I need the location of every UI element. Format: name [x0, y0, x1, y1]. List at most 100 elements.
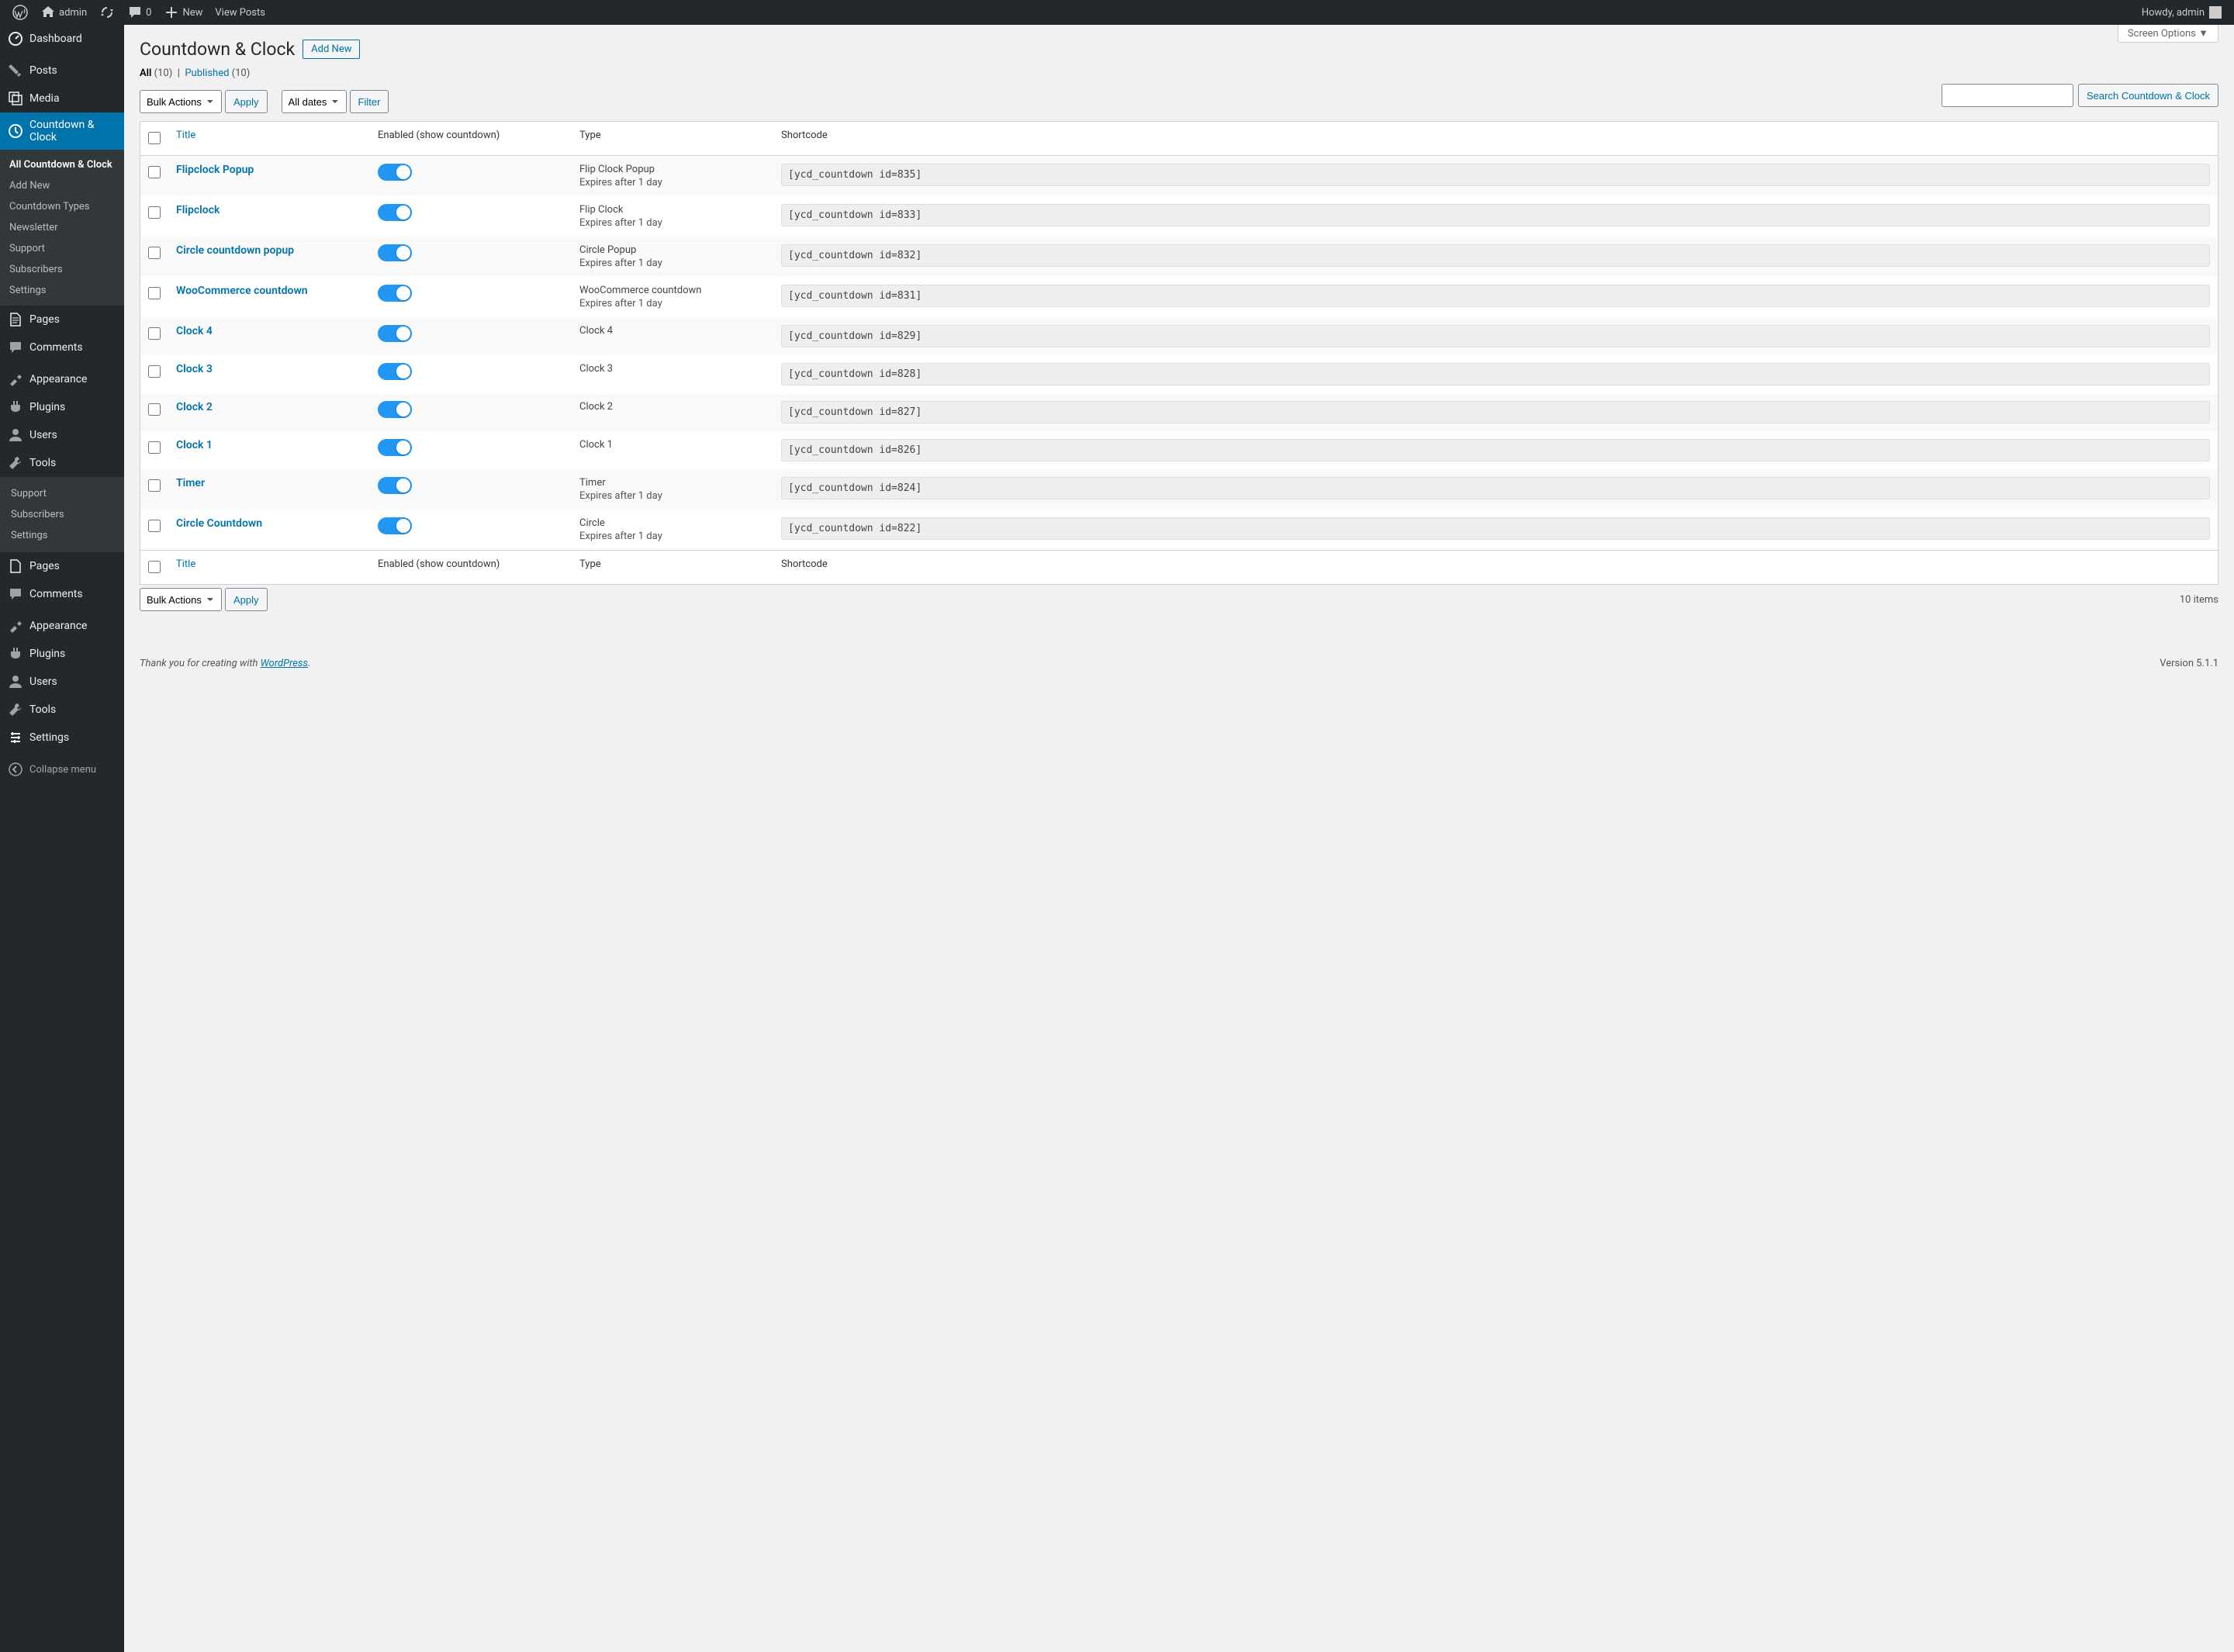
row-checkbox[interactable] — [148, 403, 161, 416]
apply-button-top[interactable]: Apply — [225, 90, 268, 113]
bulk-actions-select-top[interactable]: Bulk Actions — [140, 90, 222, 113]
row-title-link[interactable]: Flipclock Popup — [176, 164, 254, 176]
menu-users-2[interactable]: Users — [0, 668, 124, 696]
search-button[interactable]: Search Countdown & Clock — [2078, 84, 2218, 107]
row-title-link[interactable]: Clock 4 — [176, 325, 213, 337]
collapse-menu-button[interactable]: Collapse menu — [0, 755, 124, 783]
row-type-line1: Clock 4 — [579, 325, 766, 337]
submenu-newsletter[interactable]: Newsletter — [0, 217, 124, 238]
view-posts-link[interactable]: View Posts — [209, 0, 271, 25]
enabled-toggle[interactable] — [378, 204, 412, 221]
shortcode-field[interactable] — [781, 439, 2210, 461]
row-checkbox[interactable] — [148, 206, 161, 219]
menu-plugins-2[interactable]: Plugins — [0, 640, 124, 668]
menu-dashboard[interactable]: Dashboard — [0, 25, 124, 53]
screen-options-tab[interactable]: Screen Options ▼ — [2118, 25, 2218, 43]
filter-button[interactable]: Filter — [350, 90, 389, 113]
row-title-link[interactable]: Clock 3 — [176, 363, 213, 375]
search-box: Search Countdown & Clock — [1942, 84, 2218, 107]
row-checkbox[interactable] — [148, 287, 161, 299]
shortcode-field[interactable] — [781, 401, 2210, 423]
enabled-toggle[interactable] — [378, 401, 412, 418]
menu-tools[interactable]: Tools — [0, 449, 124, 477]
row-checkbox[interactable] — [148, 166, 161, 178]
enabled-toggle[interactable] — [378, 439, 412, 456]
shortcode-field[interactable] — [781, 517, 2210, 540]
column-shortcode-footer: Shortcode — [773, 551, 2218, 585]
menu-users[interactable]: Users — [0, 421, 124, 449]
select-all-checkbox-bottom[interactable] — [148, 561, 161, 573]
submenu-subscribers[interactable]: Subscribers — [0, 259, 124, 280]
main-content: Screen Options ▼ Countdown & Clock Add N… — [124, 25, 2234, 1652]
row-checkbox[interactable] — [148, 441, 161, 454]
submenu-countdown-types[interactable]: Countdown Types — [0, 196, 124, 217]
row-title-link[interactable]: Timer — [176, 477, 205, 489]
shortcode-field[interactable] — [781, 164, 2210, 186]
enabled-toggle[interactable] — [378, 285, 412, 302]
admin-sidebar: Dashboard Posts Media Countdown & Clock … — [0, 25, 124, 1652]
enabled-toggle[interactable] — [378, 325, 412, 342]
apply-button-bottom[interactable]: Apply — [225, 588, 268, 611]
enabled-toggle[interactable] — [378, 244, 412, 261]
row-checkbox[interactable] — [148, 247, 161, 259]
flyout-support[interactable]: Support — [0, 483, 124, 504]
filter-published-link[interactable]: Published — [185, 67, 229, 79]
dates-select[interactable]: All dates — [282, 90, 347, 113]
menu-settings[interactable]: Settings — [0, 724, 124, 752]
row-checkbox[interactable] — [148, 327, 161, 340]
row-title-link[interactable]: Clock 2 — [176, 401, 213, 413]
row-title-link[interactable]: Flipclock — [176, 204, 220, 216]
menu-comments-2[interactable]: Comments — [0, 580, 124, 608]
submenu-support[interactable]: Support — [0, 238, 124, 259]
row-title-link[interactable]: WooCommerce countdown — [176, 285, 308, 297]
menu-countdown-clock[interactable]: Countdown & Clock — [0, 112, 124, 150]
shortcode-field[interactable] — [781, 325, 2210, 347]
menu-tools-2[interactable]: Tools — [0, 696, 124, 724]
flyout-settings[interactable]: Settings — [0, 525, 124, 546]
shortcode-field[interactable] — [781, 363, 2210, 385]
filter-all-link[interactable]: All — [140, 67, 151, 79]
submenu-add-new[interactable]: Add New — [0, 175, 124, 196]
submenu-settings[interactable]: Settings — [0, 280, 124, 301]
enabled-toggle[interactable] — [378, 477, 412, 494]
site-link[interactable]: admin — [34, 0, 93, 25]
submenu-all-countdown[interactable]: All Countdown & Clock — [0, 154, 124, 175]
bulk-actions-select-bottom[interactable]: Bulk Actions — [140, 588, 222, 611]
row-title-link[interactable]: Clock 1 — [176, 439, 213, 451]
row-checkbox[interactable] — [148, 520, 161, 532]
comments-link[interactable]: 0 — [121, 0, 157, 25]
wordpress-link[interactable]: WordPress — [261, 658, 308, 669]
account-link[interactable]: Howdy, admin — [2135, 0, 2228, 25]
new-link[interactable]: New — [157, 0, 209, 25]
enabled-toggle[interactable] — [378, 517, 412, 534]
flyout-subscribers[interactable]: Subscribers — [0, 504, 124, 525]
menu-media[interactable]: Media — [0, 85, 124, 112]
add-new-button[interactable]: Add New — [303, 40, 360, 59]
shortcode-field[interactable] — [781, 244, 2210, 267]
row-title-link[interactable]: Circle Countdown — [176, 517, 262, 530]
wp-logo[interactable] — [6, 0, 34, 25]
row-title-link[interactable]: Circle countdown popup — [176, 244, 294, 257]
menu-appearance-2[interactable]: Appearance — [0, 612, 124, 640]
menu-pages[interactable]: Pages — [0, 306, 124, 334]
shortcode-field[interactable] — [781, 204, 2210, 226]
menu-comments[interactable]: Comments — [0, 334, 124, 361]
updates-link[interactable] — [93, 0, 121, 25]
search-input[interactable] — [1942, 84, 2073, 107]
menu-appearance[interactable]: Appearance — [0, 365, 124, 393]
howdy-text: Howdy, admin — [2142, 7, 2205, 19]
row-checkbox[interactable] — [148, 479, 161, 492]
shortcode-field[interactable] — [781, 477, 2210, 499]
column-title-header[interactable]: Title — [176, 130, 195, 141]
row-checkbox[interactable] — [148, 365, 161, 378]
menu-posts[interactable]: Posts — [0, 57, 124, 85]
column-title-footer[interactable]: Title — [176, 558, 195, 570]
row-type-line2: Expires after 1 day — [579, 298, 766, 309]
shortcode-field[interactable] — [781, 285, 2210, 307]
menu-pages-2[interactable]: Pages — [0, 552, 124, 580]
select-all-checkbox-top[interactable] — [148, 132, 161, 144]
menu-plugins[interactable]: Plugins — [0, 393, 124, 421]
enabled-toggle[interactable] — [378, 363, 412, 380]
table-row: Circle countdown popup Circle Popup Expi… — [140, 237, 2218, 277]
enabled-toggle[interactable] — [378, 164, 412, 181]
